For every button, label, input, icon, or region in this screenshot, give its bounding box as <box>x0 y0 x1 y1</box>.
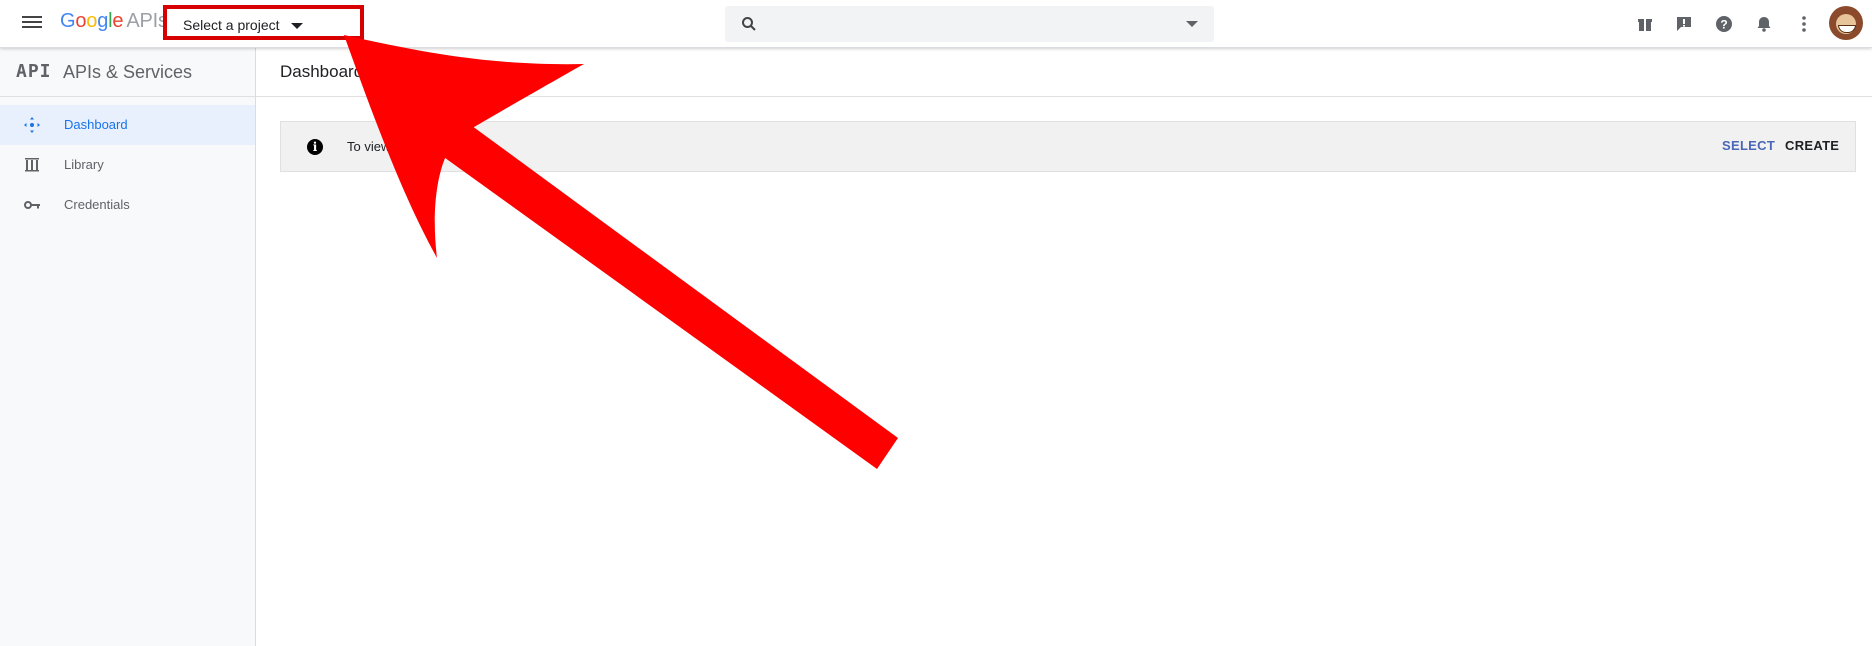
feedback-icon[interactable] <box>1672 12 1696 36</box>
info-banner: To view th ject. SELECT CREATE <box>280 121 1856 172</box>
caret-down-icon <box>291 23 303 29</box>
account-avatar[interactable] <box>1829 6 1863 40</box>
logo-letter: e <box>112 10 124 32</box>
sidebar-item-library[interactable]: Library <box>0 145 255 185</box>
arrow-shaft <box>441 123 898 469</box>
sidebar: API APIs & Services Dashboard Library Cr… <box>0 48 256 646</box>
search-icon <box>742 17 756 31</box>
logo-letter: G <box>60 10 76 32</box>
select-project-button[interactable]: SELECT <box>1722 138 1775 153</box>
sidebar-item-label: Library <box>64 157 104 172</box>
sidebar-item-dashboard[interactable]: Dashboard <box>0 105 255 145</box>
search-bar[interactable] <box>725 6 1214 42</box>
banner-message: To view th ject. <box>347 139 498 154</box>
notifications-icon[interactable] <box>1752 12 1776 36</box>
api-logo-icon: API <box>16 61 52 82</box>
key-icon <box>24 201 40 209</box>
google-apis-logo[interactable]: Google APIs <box>60 10 168 33</box>
project-selector-label: Select a project <box>183 17 280 33</box>
project-selector-button[interactable]: Select a project <box>163 5 364 40</box>
google-logo-text: Google <box>60 10 124 32</box>
sidebar-item-label: Dashboard <box>64 117 128 132</box>
page-header: Dashboard <box>256 48 1872 97</box>
top-app-bar: Google APIs Select a project ? <box>0 0 1872 48</box>
svg-text:?: ? <box>1720 18 1727 32</box>
info-icon <box>307 139 323 155</box>
gift-icon[interactable] <box>1633 12 1657 36</box>
sidebar-title: APIs & Services <box>63 62 193 82</box>
logo-letter: o <box>75 10 87 32</box>
library-icon <box>25 158 39 172</box>
hamburger-menu-icon[interactable] <box>20 13 44 35</box>
create-project-button[interactable]: CREATE <box>1785 138 1839 153</box>
help-icon[interactable]: ? <box>1712 12 1736 36</box>
logo-letter: o <box>86 10 98 32</box>
search-dropdown-icon[interactable] <box>1186 21 1198 27</box>
sidebar-item-credentials[interactable]: Credentials <box>0 185 255 225</box>
dashboard-icon <box>24 117 40 133</box>
sidebar-item-label: Credentials <box>64 197 130 212</box>
logo-letter: g <box>97 10 109 32</box>
page-title: Dashboard <box>280 62 364 81</box>
sidebar-header: API APIs & Services <box>0 48 255 97</box>
apis-logo-suffix: APIs <box>126 10 168 32</box>
more-vert-icon[interactable] <box>1792 12 1816 36</box>
